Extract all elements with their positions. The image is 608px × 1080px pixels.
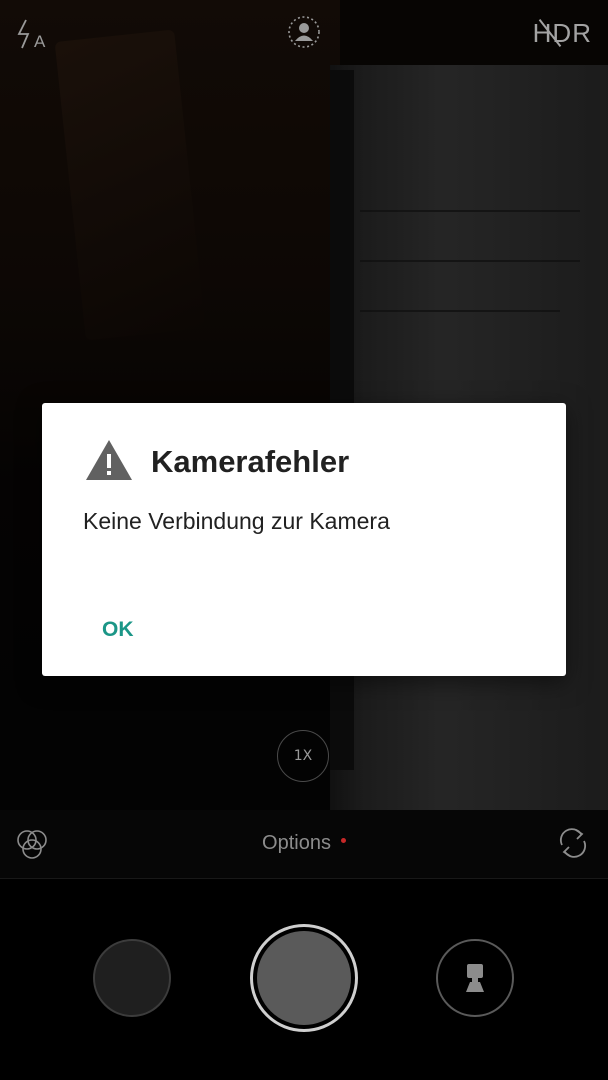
dialog-message: Keine Verbindung zur Kamera	[83, 508, 390, 534]
svg-text:A: A	[34, 32, 46, 50]
options-label: Options	[262, 832, 331, 854]
warning-icon	[84, 438, 134, 482]
options-indicator-dot	[340, 838, 346, 844]
hdr-toggle[interactable]: HDR	[533, 18, 592, 49]
switch-camera-icon[interactable]	[554, 824, 592, 862]
flash-auto-icon[interactable]: A	[16, 18, 52, 51]
gallery-thumbnail[interactable]	[93, 939, 171, 1017]
options-button[interactable]: Options	[0, 832, 608, 855]
options-bar: Options	[0, 810, 608, 879]
camera-mode-button[interactable]	[436, 939, 514, 1017]
zoom-label: 1X	[293, 748, 313, 764]
dialog-title: Kamerafehler	[151, 444, 350, 479]
shutter-button[interactable]	[250, 924, 358, 1032]
zoom-button[interactable]: 1X	[277, 730, 329, 782]
camera-mode-icon	[466, 964, 484, 992]
portrait-mode-icon[interactable]	[286, 14, 322, 50]
shutter-inner	[257, 931, 351, 1025]
ok-button[interactable]: OK	[88, 608, 148, 652]
